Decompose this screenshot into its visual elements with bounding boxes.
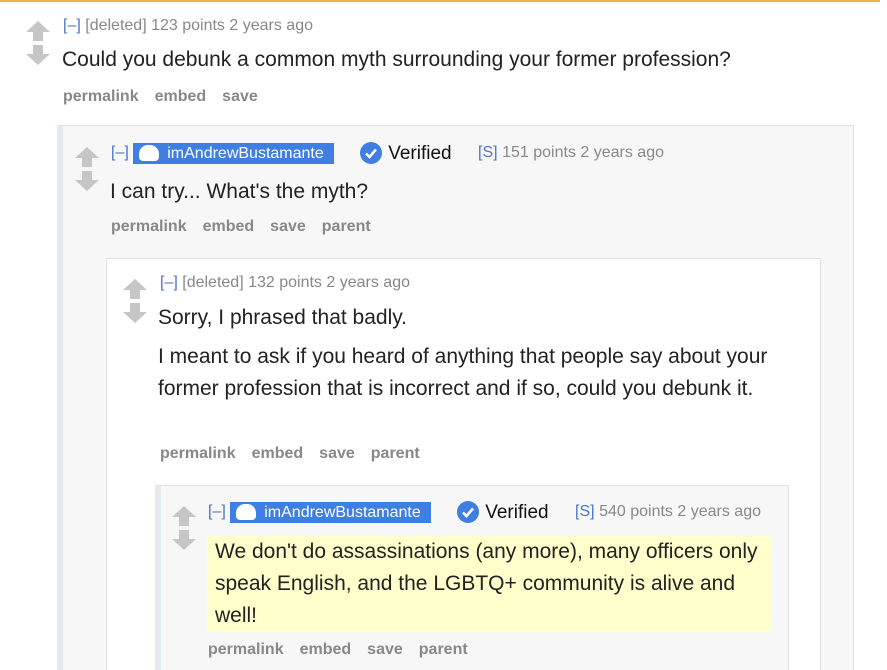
comment-points: 123 points [151, 17, 225, 34]
downvote-arrow-icon[interactable] [25, 44, 51, 66]
comment-score: [S] 151 points 2 years ago [478, 144, 664, 161]
comment-author: imAndrewBustamante [264, 503, 421, 521]
upvote-arrow-icon[interactable] [122, 278, 148, 300]
flair-bracket: ] [590, 503, 595, 521]
comment-body: We don't do assassinations (any more), m… [215, 536, 765, 632]
parent-link[interactable]: parent [322, 218, 371, 235]
verified-badge: Verified [457, 501, 549, 523]
author-flair-badge[interactable]: imAndrewBustamante [133, 142, 334, 164]
upvote-arrow-icon[interactable] [25, 20, 51, 42]
comment-points: 151 points [502, 144, 576, 162]
comment-body: Could you debunk a common myth surroundi… [62, 44, 842, 76]
parent-link[interactable]: parent [371, 445, 420, 462]
comment-actions: permalink embed save parent [160, 445, 436, 463]
embed-link[interactable]: embed [203, 218, 255, 235]
flair-bracket: ] [493, 144, 498, 162]
comment-body: I can try... What's the myth? [110, 176, 810, 208]
comment-author: [deleted] [182, 274, 244, 291]
comment-tagline: [–] imAndrewBustamante Verified [S] 151 … [111, 142, 664, 164]
verified-check-icon [457, 501, 480, 523]
top-accent-line [0, 0, 880, 2]
save-link[interactable]: save [270, 218, 306, 235]
comment-age: 2 years ago [580, 144, 664, 162]
collapse-toggle[interactable]: [–] [208, 503, 226, 520]
comment-age: 2 years ago [229, 17, 313, 34]
comment-actions: permalink embed save parent [111, 218, 387, 236]
comment-paragraph: I can try... What's the myth? [110, 180, 369, 203]
comment-paragraph: We don't do assassinations (any more), m… [215, 540, 758, 627]
comment-author: [deleted] [85, 17, 147, 34]
upvote-arrow-icon[interactable] [74, 146, 100, 168]
permalink-link[interactable]: permalink [160, 445, 236, 462]
comment-paragraph: Could you debunk a common myth surroundi… [62, 48, 731, 71]
user-avatar-icon [236, 503, 257, 520]
submitter-flair: S [579, 503, 591, 521]
comment-score: [S] 540 points 2 years ago [575, 503, 761, 520]
embed-link[interactable]: embed [155, 88, 207, 105]
embed-link[interactable]: embed [252, 445, 304, 462]
permalink-link[interactable]: permalink [63, 88, 139, 105]
parent-link[interactable]: parent [419, 641, 468, 658]
comment-points: 132 points [248, 274, 322, 291]
collapse-toggle[interactable]: [–] [160, 274, 178, 291]
verified-label: Verified [388, 143, 452, 164]
verified-badge: Verified [360, 142, 452, 164]
collapse-toggle[interactable]: [–] [111, 144, 129, 161]
author-flair-badge[interactable]: imAndrewBustamante [230, 501, 431, 523]
downvote-arrow-icon[interactable] [122, 302, 148, 324]
comment-tagline: [–] [deleted] 123 points 2 years ago [63, 16, 313, 36]
verified-label: Verified [485, 502, 549, 523]
comment-age: 2 years ago [677, 503, 761, 521]
downvote-arrow-icon[interactable] [74, 170, 100, 192]
embed-link[interactable]: embed [300, 641, 352, 658]
user-avatar-icon [139, 144, 160, 161]
permalink-link[interactable]: permalink [208, 641, 284, 658]
comment-author: imAndrewBustamante [167, 144, 324, 162]
comment-actions: permalink embed save [63, 88, 274, 106]
save-link[interactable]: save [222, 88, 258, 105]
comment-paragraph: I meant to ask if you heard of anything … [158, 345, 768, 400]
verified-check-icon [360, 142, 383, 164]
comment-tagline: [–] [deleted] 132 points 2 years ago [160, 273, 410, 293]
permalink-link[interactable]: permalink [111, 218, 187, 235]
comment-paragraph: Sorry, I phrased that badly. [158, 306, 408, 329]
collapse-toggle[interactable]: [–] [63, 17, 81, 34]
comment-body: Sorry, I phrased that badly. I meant to … [158, 302, 778, 405]
comment-age: 2 years ago [326, 274, 410, 291]
comment-points: 540 points [599, 503, 673, 521]
comment-tagline: [–] imAndrewBustamante Verified [S] 540 … [208, 501, 761, 523]
save-link[interactable]: save [319, 445, 355, 462]
upvote-arrow-icon[interactable] [171, 505, 197, 527]
downvote-arrow-icon[interactable] [171, 529, 197, 551]
save-link[interactable]: save [367, 641, 403, 658]
submitter-flair: S [482, 144, 494, 162]
comment-actions: permalink embed save parent [208, 641, 484, 659]
